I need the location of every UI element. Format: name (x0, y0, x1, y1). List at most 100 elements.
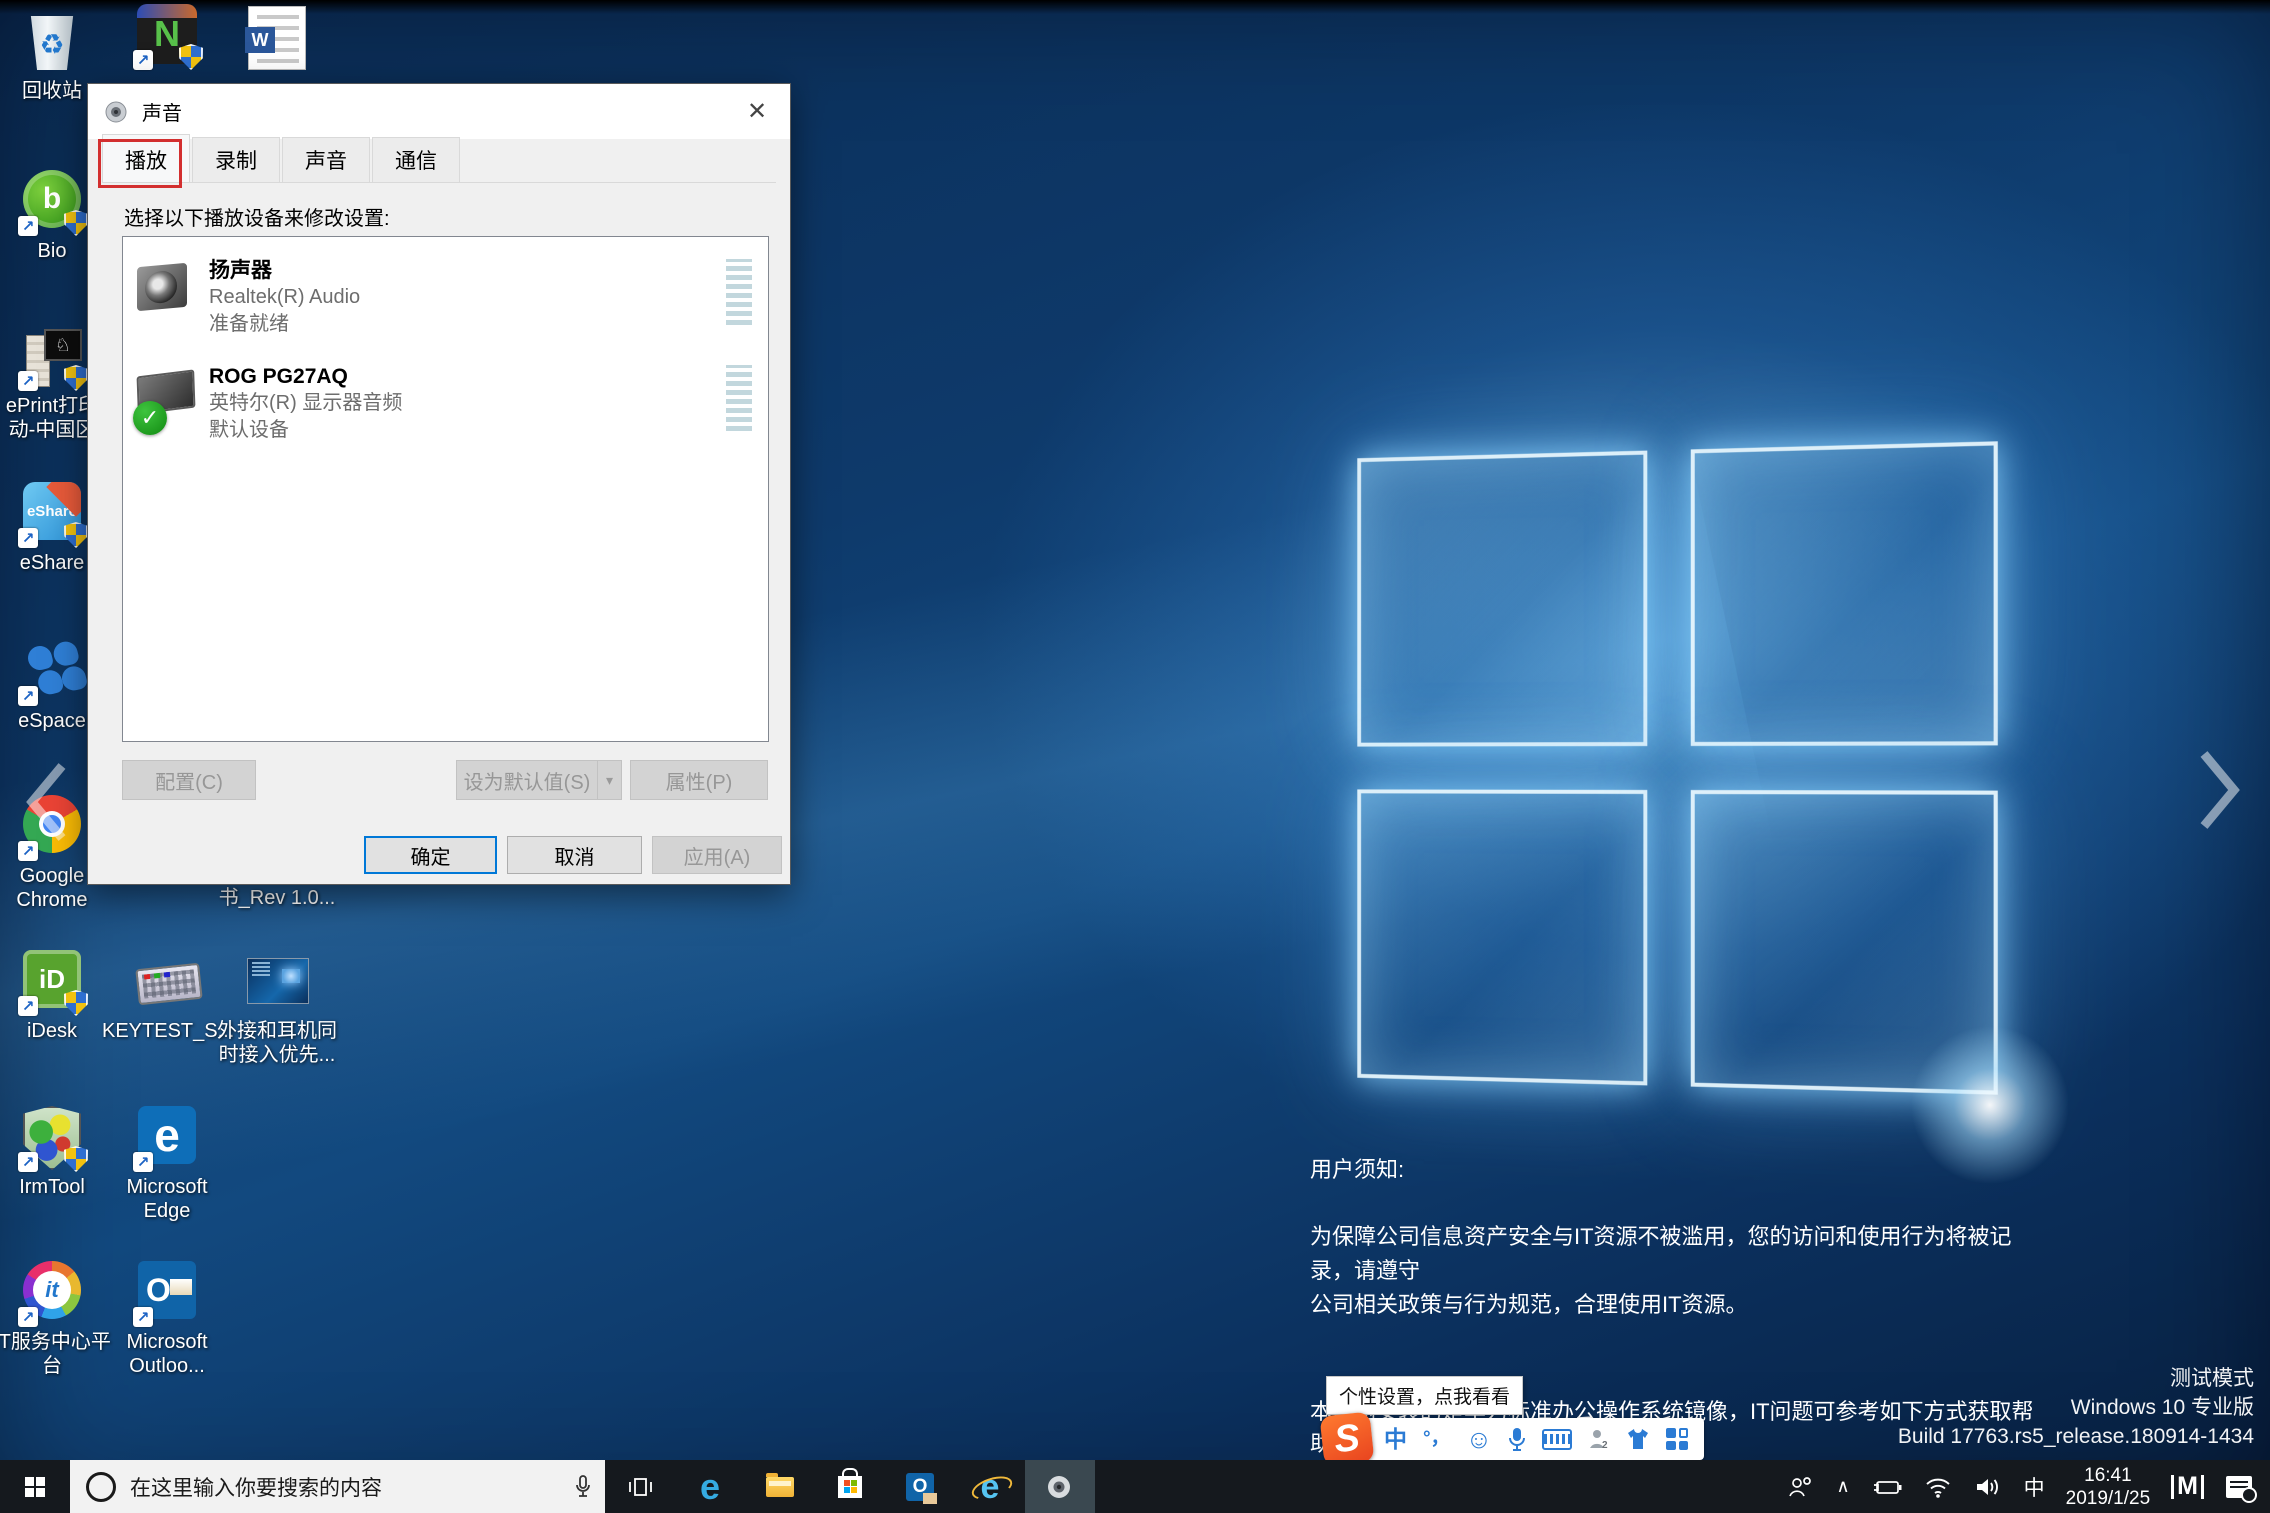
battery-tray-button[interactable] (1861, 1460, 1913, 1513)
desktop-icon-label: 外接和耳机同 时接入优先... (212, 1019, 342, 1067)
uac-shield-icon (64, 522, 88, 548)
recycle-bin-icon: ♻ (30, 16, 74, 70)
windows-start-icon (25, 1477, 45, 1497)
desktop-screen: ♻ 回收站 b ↗ Bio ♘ ↗ ePrint打印 动-中国区 eShare … (0, 0, 2270, 1513)
speaker-tray-icon (1974, 1475, 2002, 1499)
word-document-icon: W (248, 6, 306, 70)
desktop-icon-book-doc[interactable]: 书_Rev 1.0... (212, 886, 342, 910)
file-explorer-icon (766, 1477, 794, 1497)
device-row-monitor[interactable]: ✓ ROG PG27AQ 英特尔(R) 显示器音频 默认设备 (123, 355, 768, 451)
dialog-titlebar[interactable]: 声音 ✕ (88, 84, 790, 139)
taskbar-search-box[interactable]: 在这里输入你要搜索的内容 (70, 1460, 605, 1513)
ime-punctuation-icon[interactable]: °， (1423, 1418, 1450, 1460)
clover-icon (25, 643, 54, 672)
desktop-icon-word-document[interactable]: W (212, 6, 342, 70)
tab-communications[interactable]: 通信 (372, 137, 460, 182)
soft-keyboard-icon[interactable] (1542, 1429, 1572, 1450)
notice-heading: 用户须知: (1310, 1152, 2050, 1184)
sogou-logo-icon[interactable]: S (1320, 1412, 1375, 1467)
people-tray-button[interactable] (1775, 1460, 1825, 1513)
taskbar-ie-button[interactable]: e (955, 1460, 1025, 1513)
battery-charging-icon (1872, 1478, 1902, 1496)
windows-logo-graphic (1357, 441, 1997, 1094)
device-description: 英特尔(R) 显示器音频 (209, 390, 402, 417)
shortcut-arrow-icon: ↗ (133, 1307, 153, 1327)
configure-button[interactable]: 配置(C) (122, 760, 256, 800)
speaker-device-icon (137, 263, 187, 311)
apply-button[interactable]: 应用(A) (652, 836, 782, 874)
sogou-tooltip[interactable]: 个性设置，点我看看 (1326, 1376, 1523, 1415)
clock-time: 16:41 (2066, 1464, 2151, 1487)
tab-recording[interactable]: 录制 (192, 137, 280, 182)
task-view-button[interactable] (605, 1460, 675, 1513)
desktop-icon-it-service-center[interactable]: it ↗ IT服务中心平 台 (0, 1261, 117, 1378)
shortcut-arrow-icon: ↗ (18, 1152, 38, 1172)
m-app-tray-button[interactable]: M (2160, 1460, 2215, 1513)
uac-shield-icon (64, 990, 88, 1016)
set-default-dropdown-icon[interactable]: ▾ (598, 760, 622, 800)
taskbar-outlook-button[interactable]: O (885, 1460, 955, 1513)
tab-sounds[interactable]: 声音 (282, 137, 370, 182)
windows-logo-pane (1691, 441, 1998, 746)
volume-tray-button[interactable] (1963, 1460, 2013, 1513)
tab-playback[interactable]: 播放 (102, 134, 190, 182)
ok-button[interactable]: 确定 (364, 836, 497, 874)
action-center-button[interactable] (2215, 1460, 2263, 1513)
taskbar-clock[interactable]: 16:41 2019/1/25 (2056, 1464, 2161, 1510)
ime-chinese-mode-icon[interactable]: 中 (1384, 1418, 1407, 1460)
uac-shield-icon (64, 1146, 88, 1172)
taskbar: 在这里输入你要搜索的内容 e O (0, 1460, 2270, 1513)
skin-shirt-icon[interactable] (1626, 1428, 1650, 1450)
windows-watermark: 测试模式 Windows 10 专业版 Build 17763.rs5_rele… (1898, 1364, 2254, 1451)
outlook-taskbar-icon: O (906, 1473, 934, 1501)
shortcut-arrow-icon: ↗ (18, 841, 38, 861)
microphone-icon[interactable] (1508, 1427, 1526, 1451)
tab-divider (102, 182, 776, 183)
set-default-button[interactable]: 设为默认值(S) (456, 760, 598, 800)
people-icon (1786, 1475, 1814, 1499)
chevron-right-icon[interactable] (2196, 748, 2244, 832)
speaker-title-icon (104, 99, 130, 125)
tray-overflow-button[interactable]: ∧ (1825, 1460, 1860, 1513)
ime-indicator[interactable]: 中 (2013, 1460, 2056, 1513)
desktop-icon-label: IrmTool (0, 1175, 117, 1199)
internet-explorer-icon: e (973, 1470, 1007, 1504)
desktop-icon-microsoft-edge[interactable]: e ↗ Microsoft Edge (102, 1106, 232, 1223)
desktop-icon-microsoft-outlook[interactable]: O ↗ Microsoft Outloo... (102, 1261, 232, 1378)
wifi-tray-button[interactable] (1913, 1460, 1963, 1513)
desktop-icon-label: IT服务中心平 台 (0, 1330, 117, 1378)
properties-button[interactable]: 属性(P) (630, 760, 768, 800)
start-button[interactable] (0, 1460, 70, 1513)
shortcut-arrow-icon: ↗ (18, 1307, 38, 1327)
shortcut-arrow-icon: ↗ (18, 528, 38, 548)
chevron-left-icon[interactable] (22, 760, 70, 844)
toolbox-grid-icon[interactable] (1666, 1428, 1688, 1450)
device-row-speakers[interactable]: 扬声器 Realtek(R) Audio 准备就绪 (123, 249, 768, 345)
desktop-icon-irmtool[interactable]: ↗ IrmTool (0, 1106, 117, 1199)
playback-instruction: 选择以下播放设备来修改设置: (124, 202, 390, 231)
dialog-tab-strip: 播放 录制 声音 通信 (102, 144, 462, 182)
desktop-icon-idesk[interactable]: iD ↗ iDesk (0, 950, 117, 1043)
account-icon[interactable]: 2 (1588, 1428, 1610, 1450)
playback-device-list[interactable]: 扬声器 Realtek(R) Audio 准备就绪 ✓ ROG PG27AQ 英… (122, 236, 769, 742)
shortcut-arrow-icon: ↗ (133, 50, 153, 70)
cancel-button[interactable]: 取消 (507, 836, 642, 874)
word-w-glyph: W (245, 27, 275, 53)
sogou-input-bar[interactable]: S 中 °， ☺ 2 (1322, 1414, 1704, 1464)
taskbar-edge-button[interactable]: e (675, 1460, 745, 1513)
m-logo-icon: M (2171, 1472, 2204, 1501)
default-device-check-icon: ✓ (133, 401, 167, 435)
desktop-icon-headset-doc[interactable]: 外接和耳机同 时接入优先... (212, 950, 342, 1067)
device-description: Realtek(R) Audio (209, 284, 360, 311)
dialog-title: 声音 (142, 97, 182, 126)
close-icon[interactable]: ✕ (724, 84, 790, 139)
screenshot-thumbnail-icon (247, 958, 309, 1004)
emoji-icon[interactable]: ☺ (1466, 1418, 1493, 1460)
taskbar-store-button[interactable] (815, 1460, 885, 1513)
desktop-icon-label: 书_Rev 1.0... (212, 886, 342, 910)
search-mic-icon[interactable] (575, 1475, 591, 1499)
taskbar-sound-dialog-button[interactable] (1025, 1460, 1095, 1513)
desktop-icon-label: Microsoft Outloo... (102, 1330, 232, 1378)
taskbar-file-explorer-button[interactable] (745, 1460, 815, 1513)
recycle-glyph-icon: ♻ (30, 28, 74, 61)
